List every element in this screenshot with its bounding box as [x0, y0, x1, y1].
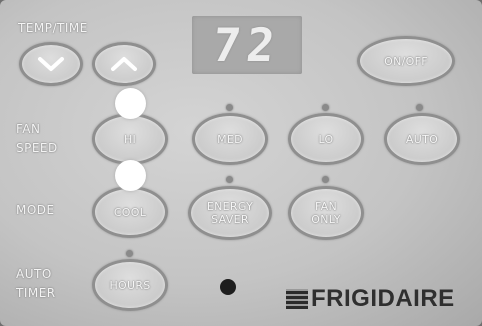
fan-auto-indicator-light [416, 104, 423, 111]
brand-name: FRIGIDAIRE [311, 285, 455, 312]
mode-label: MODE [16, 203, 55, 217]
fan-lo-button[interactable]: LO [288, 113, 364, 165]
timer-hours-button[interactable]: HOURS [92, 259, 168, 311]
temperature-readout: 72 [210, 18, 284, 72]
timer-indicator-light [126, 250, 133, 257]
fan-med-button[interactable]: MED [192, 113, 268, 165]
energy-saver-indicator-light [226, 176, 233, 183]
fan-med-indicator-light [226, 104, 233, 111]
temp-time-label: TEMP/TIME [18, 21, 88, 35]
on-off-button[interactable]: ON/OFF [357, 36, 455, 86]
remote-sensor-dot [220, 279, 236, 295]
chevron-up-icon [111, 57, 137, 71]
mode-cool-button[interactable]: COOL [92, 186, 168, 238]
brand-mark-icon [286, 289, 308, 309]
fan-lo-indicator-light [322, 104, 329, 111]
brand-logo: FRIGIDAIRE [286, 285, 455, 313]
temperature-display: 72 [192, 16, 302, 74]
selection-marker-mode [115, 160, 146, 191]
fan-auto-button[interactable]: AUTO [384, 113, 460, 165]
temp-up-button[interactable] [92, 42, 156, 86]
chevron-down-icon [38, 57, 64, 71]
ac-control-panel: TEMP/TIME 72 ON/OFF FAN SPEED HI MED LO … [0, 0, 482, 326]
selection-marker-fan [115, 88, 146, 119]
auto-timer-label: AUTO TIMER [16, 267, 56, 300]
fan-hi-button[interactable]: HI [92, 113, 168, 165]
fan-only-indicator-light [322, 176, 329, 183]
temp-down-button[interactable] [19, 42, 83, 86]
fan-speed-label: FAN SPEED [16, 122, 58, 155]
mode-fan-only-button[interactable]: FAN ONLY [288, 186, 364, 240]
mode-energy-saver-button[interactable]: ENERGY SAVER [188, 186, 272, 240]
